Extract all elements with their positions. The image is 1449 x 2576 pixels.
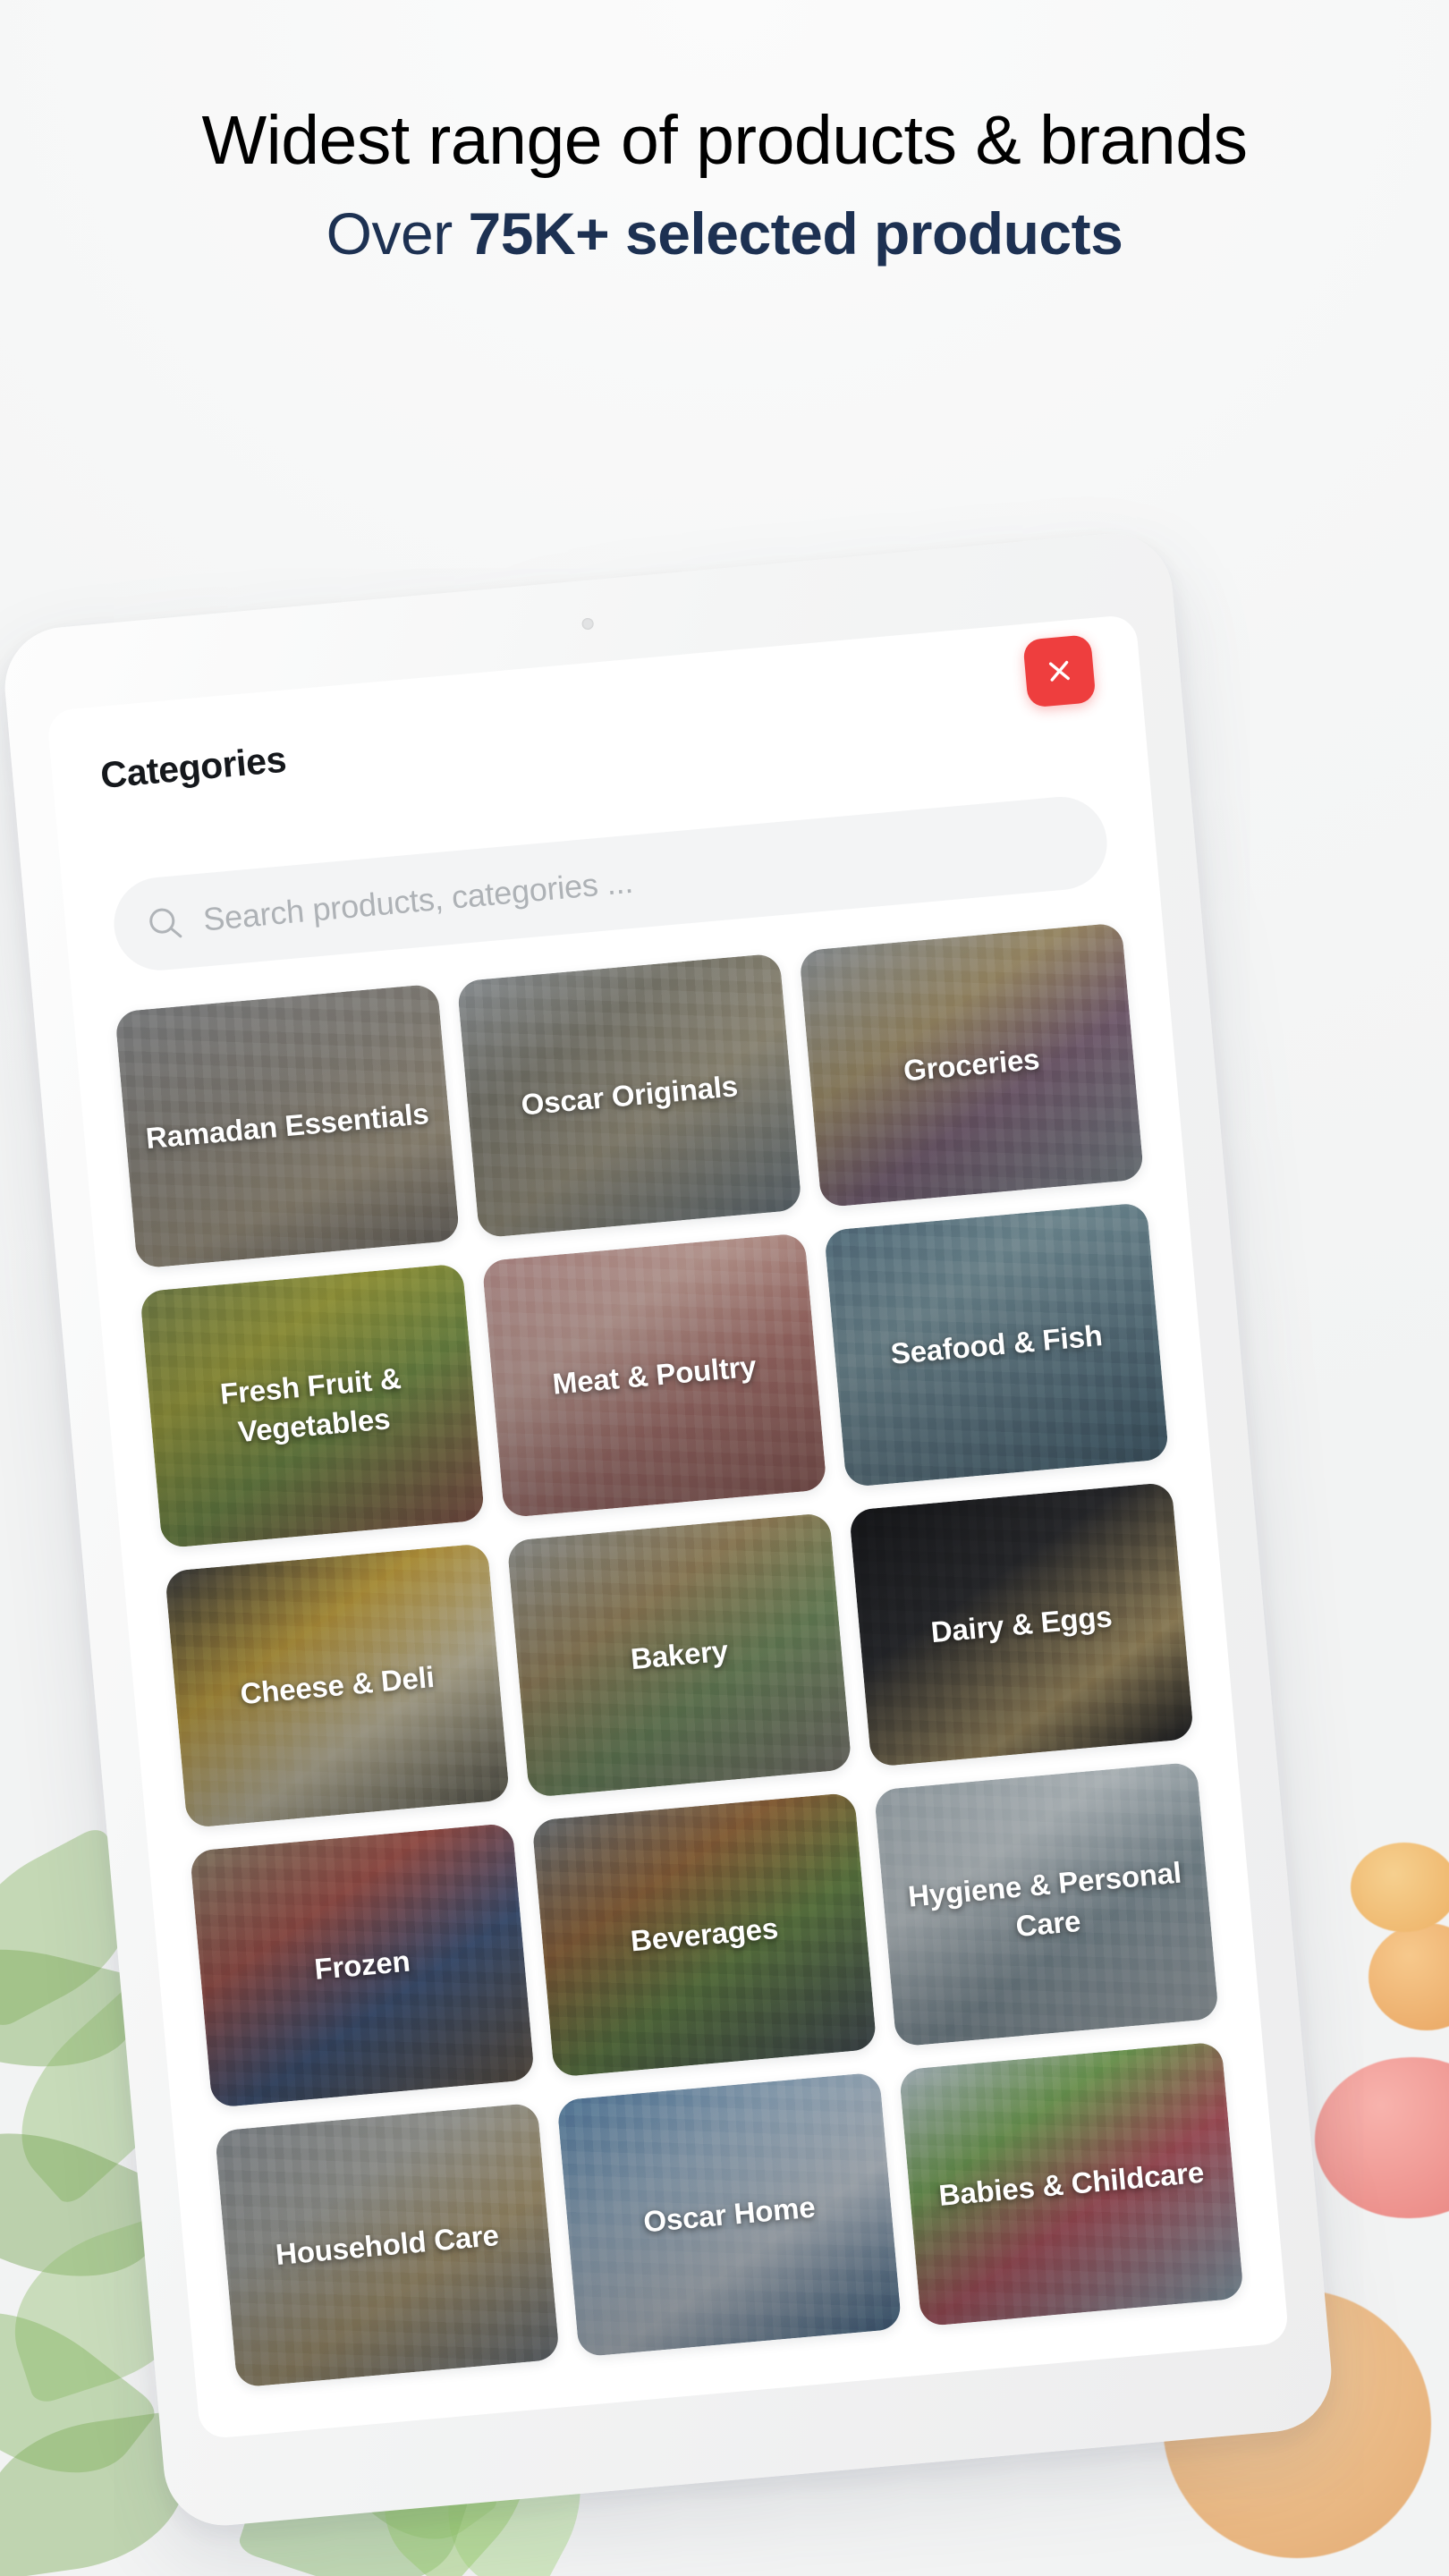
tablet-device: Categories Search products, categories .… <box>0 528 1337 2531</box>
close-icon <box>1048 660 1070 682</box>
category-tile[interactable]: Oscar Originals <box>456 953 802 1239</box>
hero-text-block: Widest range of products & brands Over 7… <box>0 100 1449 266</box>
camera-icon <box>581 617 595 631</box>
category-tile[interactable]: Babies & Childcare <box>898 2041 1244 2327</box>
search-placeholder-text: Search products, categories ... <box>201 862 635 938</box>
category-tile[interactable]: Beverages <box>531 1792 877 2078</box>
page-title: Widest range of products & brands <box>201 102 1248 179</box>
category-tile[interactable]: Oscar Home <box>556 2072 902 2358</box>
category-tile[interactable]: Household Care <box>214 2102 560 2388</box>
close-button[interactable] <box>1022 634 1097 708</box>
subtitle-prefix: Over <box>326 199 469 267</box>
category-tile[interactable]: Frozen <box>189 1822 536 2108</box>
category-tile[interactable]: Bakery <box>506 1512 852 1798</box>
tablet-mockup-stage: Categories Search products, categories .… <box>0 0 1449 2576</box>
tablet-screen: Categories Search products, categories .… <box>46 614 1290 2440</box>
category-grid: Ramadan Essentials Oscar Originals Groceri… <box>114 922 1244 2388</box>
category-tile[interactable]: Fresh Fruit & Vegetables <box>140 1263 486 1549</box>
subtitle-highlight: 75K+ selected products <box>468 199 1123 267</box>
page-subtitle: Over 75K+ selected products <box>0 201 1449 267</box>
panel-title: Categories <box>98 738 288 796</box>
category-tile[interactable]: Hygiene & Personal Care <box>873 1761 1220 2047</box>
category-tile[interactable]: Cheese & Deli <box>164 1543 511 1829</box>
category-tile[interactable]: Groceries <box>799 922 1145 1208</box>
category-tile[interactable]: Dairy & Eggs <box>848 1481 1195 1767</box>
category-tile[interactable]: Meat & Poultry <box>481 1233 827 1519</box>
category-tile[interactable]: Ramadan Essentials <box>114 983 461 1269</box>
search-icon <box>149 908 182 938</box>
category-tile[interactable]: Seafood & Fish <box>824 1202 1170 1488</box>
